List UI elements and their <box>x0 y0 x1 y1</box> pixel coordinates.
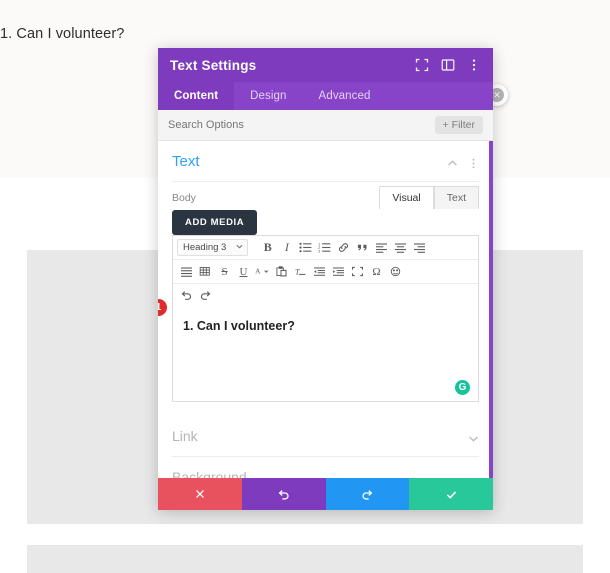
numbered-list-icon[interactable]: 123 <box>315 238 334 257</box>
redo-button[interactable] <box>325 478 410 510</box>
scrollbar-track[interactable] <box>489 141 493 478</box>
grammarly-icon[interactable]: G <box>455 380 470 395</box>
section-header-text[interactable]: Text <box>172 141 479 182</box>
align-right-icon[interactable] <box>410 238 429 257</box>
svg-text:T: T <box>295 267 301 276</box>
editor-content-text: 1. Can I volunteer? <box>183 319 295 333</box>
align-left-icon[interactable] <box>372 238 391 257</box>
discard-button[interactable] <box>158 478 242 510</box>
chevron-down-icon <box>236 242 243 253</box>
bulleted-list-icon[interactable] <box>296 238 315 257</box>
redo-editor-icon[interactable] <box>196 286 215 305</box>
layout-icon[interactable] <box>441 58 455 72</box>
chevron-down-icon[interactable] <box>468 472 479 478</box>
modal-body: Text Body ADD MEDIA Visual Text Heading … <box>158 141 493 478</box>
tab-text[interactable]: Text <box>433 186 479 209</box>
page-band-gray-lower <box>27 545 583 573</box>
section-background-icons <box>468 472 479 478</box>
section-more-options-icon[interactable] <box>468 156 479 168</box>
more-options-icon[interactable] <box>467 58 481 72</box>
editor-mode-tabs: Visual Text <box>379 186 479 209</box>
align-center-icon[interactable] <box>391 238 410 257</box>
save-button[interactable] <box>409 478 493 510</box>
scrollbar-thumb[interactable] <box>489 141 493 478</box>
faq-question-text: 1. Can I volunteer? <box>0 26 125 42</box>
add-media-button[interactable]: ADD MEDIA <box>172 210 258 235</box>
chevron-down-icon[interactable] <box>468 431 479 442</box>
modal-header-icons <box>415 58 481 72</box>
search-bar: + Filter <box>158 110 493 141</box>
fullscreen-icon[interactable] <box>348 262 367 281</box>
special-character-icon[interactable]: Ω <box>367 262 386 281</box>
modal-footer <box>158 478 493 510</box>
format-select-value: Heading 3 <box>183 242 227 253</box>
indent-icon[interactable] <box>329 262 348 281</box>
plus-icon: + <box>442 119 449 131</box>
wysiwyg-editor: Heading 3 B I 123 S U A T Ω 1 1. Can I v… <box>158 235 479 402</box>
svg-text:A: A <box>255 267 261 276</box>
section-link[interactable]: Link <box>172 416 479 457</box>
tab-visual[interactable]: Visual <box>379 186 434 209</box>
search-input[interactable] <box>168 119 435 131</box>
section-header-icons <box>447 156 479 168</box>
modal-tabs: Content Design Advanced <box>158 82 493 110</box>
undo-editor-icon[interactable] <box>177 286 196 305</box>
undo-button[interactable] <box>241 478 326 510</box>
text-settings-modal: Text Settings Content Design Advanced Se… <box>158 48 493 510</box>
section-title-link: Link <box>172 428 198 444</box>
underline-icon[interactable]: U <box>234 262 253 281</box>
add-media-row: ADD MEDIA Visual Text <box>172 186 479 235</box>
filter-button[interactable]: + Filter <box>434 116 483 134</box>
text-color-icon[interactable]: A <box>253 262 272 281</box>
paste-as-text-icon[interactable] <box>272 262 291 281</box>
section-title-text: Text <box>172 152 200 170</box>
tab-design[interactable]: Design <box>234 82 302 110</box>
format-select[interactable]: Heading 3 <box>177 239 249 256</box>
clear-formatting-icon[interactable]: T <box>291 262 310 281</box>
link-icon[interactable] <box>334 238 353 257</box>
modal-header: Text Settings <box>158 48 493 82</box>
filter-button-label: Filter <box>451 119 475 131</box>
table-icon[interactable] <box>196 262 215 281</box>
blockquote-icon[interactable] <box>353 238 372 257</box>
settings-content: Text Body ADD MEDIA Visual Text Heading … <box>158 141 493 478</box>
chevron-up-icon[interactable] <box>447 156 458 167</box>
bold-icon[interactable]: B <box>258 238 277 257</box>
strikethrough-icon[interactable]: S <box>215 262 234 281</box>
editor-text-area[interactable]: 1 1. Can I volunteer? G <box>158 299 478 401</box>
editor-toolbar-row-1: Heading 3 B I 123 <box>173 236 478 260</box>
section-link-icons <box>468 431 479 442</box>
emoji-icon[interactable] <box>386 262 405 281</box>
editor-toolbar-row-3 <box>173 284 478 307</box>
italic-icon[interactable]: I <box>277 238 296 257</box>
outdent-icon[interactable] <box>310 262 329 281</box>
section-title-background: Background <box>172 469 247 478</box>
svg-text:3: 3 <box>318 250 320 253</box>
tab-content[interactable]: Content <box>158 82 235 110</box>
justify-icon[interactable] <box>177 262 196 281</box>
section-background[interactable]: Background <box>172 457 479 478</box>
editor-toolbar-row-2: S U A T Ω <box>173 260 478 284</box>
step-badge-1: 1 <box>158 299 167 316</box>
tab-advanced[interactable]: Advanced <box>303 82 387 110</box>
expand-icon[interactable] <box>415 58 429 72</box>
modal-title: Text Settings <box>170 57 257 73</box>
